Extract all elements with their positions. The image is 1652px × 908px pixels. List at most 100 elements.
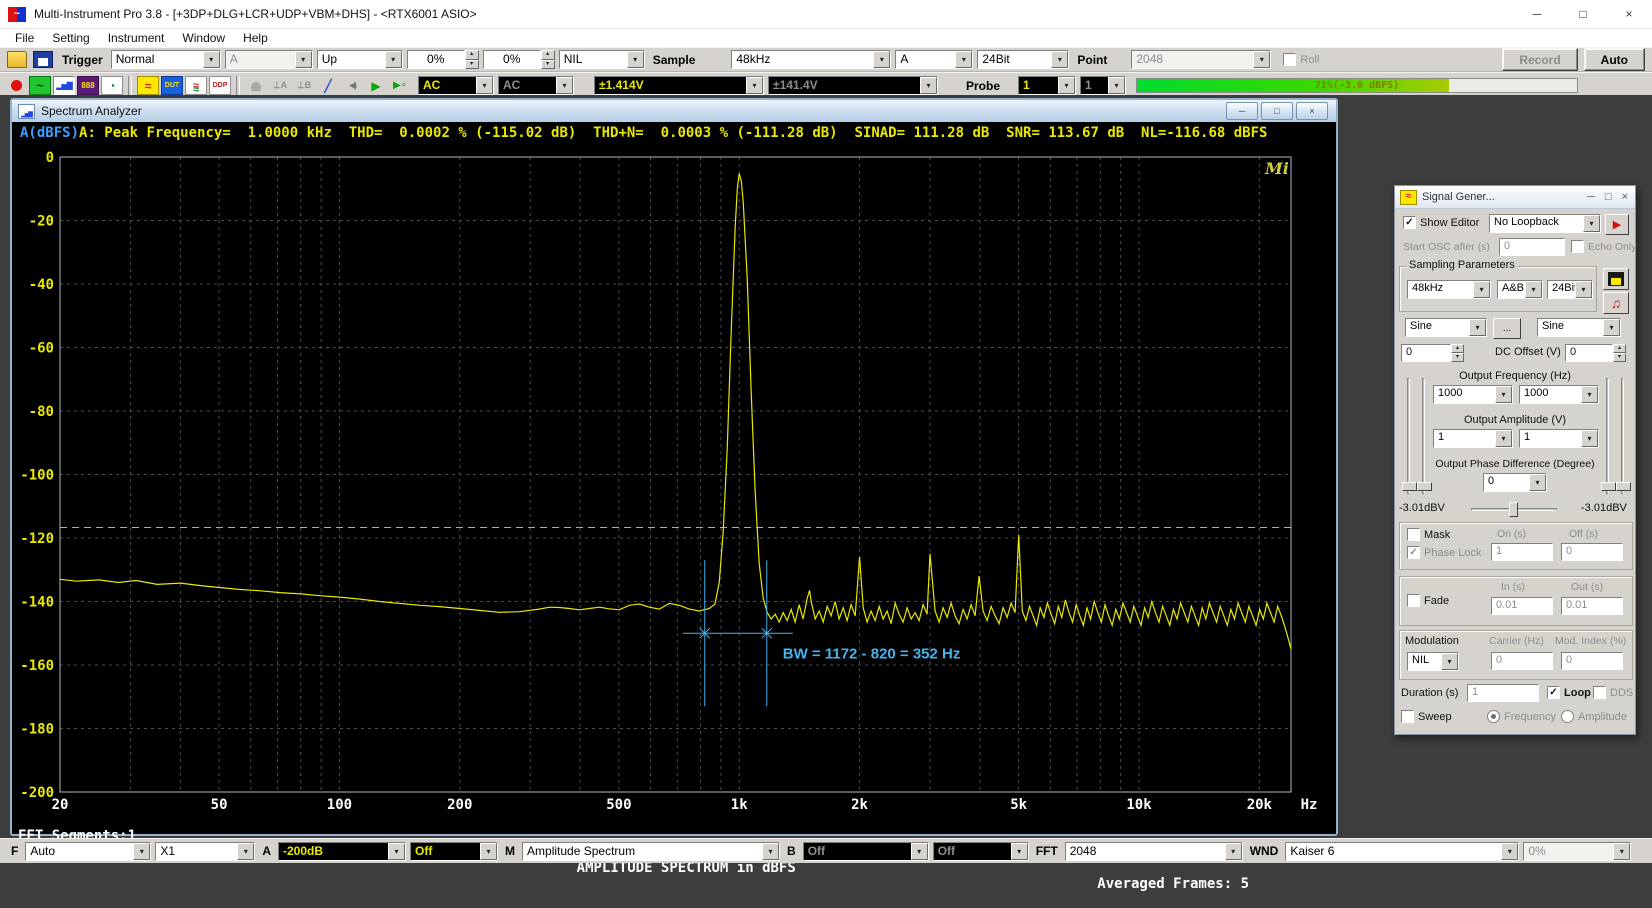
- speaker-icon[interactable]: [341, 76, 363, 95]
- freq-axis-select[interactable]: Auto: [25, 842, 151, 861]
- chevron-down-icon[interactable]: [1581, 386, 1598, 403]
- close-icon[interactable]: ×: [1622, 191, 1628, 203]
- dc-offset-a-input[interactable]: 0: [1401, 344, 1451, 362]
- slider-thumb[interactable]: [1616, 482, 1631, 491]
- frequency-b-select[interactable]: 1000: [1519, 385, 1599, 404]
- spin-up-icon[interactable]: [1613, 344, 1626, 353]
- amplitude-b-select[interactable]: 1: [1519, 429, 1599, 448]
- app-titlebar[interactable]: ~ Multi-Instrument Pro 3.8 - [+3DP+DLG+L…: [0, 0, 1652, 29]
- slider-thumb[interactable]: [1601, 482, 1616, 491]
- signal-generator-icon[interactable]: [137, 76, 159, 95]
- chevron-down-icon[interactable]: [1473, 281, 1490, 298]
- signal-generator-titlebar[interactable]: ≈ Signal Gener... ─ □ ×: [1395, 186, 1635, 209]
- minimize-icon[interactable]: ─: [1514, 0, 1560, 28]
- ddp-viewer-icon[interactable]: DDP: [209, 76, 231, 95]
- waveform-a-select[interactable]: Sine: [1405, 318, 1487, 337]
- gen-sample-rate-select[interactable]: 48kHz: [1407, 280, 1491, 299]
- trigger-hpf-select[interactable]: NIL: [559, 50, 645, 69]
- mode-select[interactable]: Amplitude Spectrum: [522, 842, 780, 861]
- gen-channels-select[interactable]: A&B: [1497, 280, 1543, 299]
- more-waveform-button[interactable]: ...: [1493, 318, 1521, 339]
- oscilloscope-icon[interactable]: [29, 76, 51, 95]
- chevron-down-icon[interactable]: [1525, 281, 1542, 298]
- bit-depth-select[interactable]: 24Bit: [977, 50, 1069, 69]
- spin-down-icon[interactable]: [541, 60, 555, 70]
- menu-window[interactable]: Window: [173, 31, 234, 45]
- amplitude-a-select[interactable]: 1: [1433, 429, 1513, 448]
- spin-down-icon[interactable]: [465, 60, 479, 70]
- maximize-icon[interactable]: □: [1605, 191, 1612, 203]
- spin-up-icon[interactable]: [465, 50, 479, 60]
- spectrum-analyzer-icon[interactable]: [53, 76, 75, 95]
- spectrum-plot[interactable]: 0-20-40-60-80-100-120-140-160-180-200205…: [13, 144, 1333, 832]
- run-loop-icon[interactable]: [389, 76, 411, 95]
- slider-thumb[interactable]: [1402, 482, 1417, 491]
- chevron-down-icon[interactable]: [476, 77, 493, 94]
- music-file-button[interactable]: ♫: [1603, 292, 1629, 314]
- multimeter-icon[interactable]: 888: [77, 76, 99, 95]
- phase-select[interactable]: 0: [1483, 473, 1547, 492]
- derived-curve-icon[interactable]: [185, 76, 207, 95]
- chevron-down-icon[interactable]: [762, 843, 779, 860]
- device-test-plan-icon[interactable]: DUT: [161, 76, 183, 95]
- chevron-down-icon[interactable]: [1603, 319, 1620, 336]
- waveform-b-select[interactable]: Sine: [1537, 318, 1621, 337]
- minimize-icon[interactable]: ─: [1226, 102, 1258, 120]
- chevron-down-icon[interactable]: [1581, 430, 1598, 447]
- loopback-select[interactable]: No Loopback: [1489, 214, 1601, 233]
- spectrum-3d-plot-icon[interactable]: [101, 76, 123, 95]
- chevron-down-icon[interactable]: [873, 51, 890, 68]
- show-editor-checkbox[interactable]: Show Editor: [1403, 216, 1479, 229]
- save-file-icon[interactable]: [33, 51, 53, 68]
- window-function-select[interactable]: Kaiser 6: [1285, 842, 1519, 861]
- level-slider-b-right[interactable]: [1621, 378, 1624, 494]
- sample-rate-select[interactable]: 48kHz: [731, 50, 891, 69]
- coupling-a-select[interactable]: AC: [418, 76, 494, 95]
- spectrum-window-titlebar[interactable]: Spectrum Analyzer ─ □ ×: [12, 100, 1336, 122]
- mask-checkbox[interactable]: Mask: [1407, 528, 1450, 541]
- trigger-mode-select[interactable]: Normal: [111, 50, 221, 69]
- range-a-select[interactable]: ±1.414V: [594, 76, 764, 95]
- spin-down-icon[interactable]: [1451, 353, 1464, 362]
- spin-up-icon[interactable]: [541, 50, 555, 60]
- x-multiplier-select[interactable]: X1: [155, 842, 255, 861]
- chevron-down-icon[interactable]: [1051, 51, 1068, 68]
- chevron-down-icon[interactable]: [1441, 653, 1458, 670]
- slider-thumb[interactable]: [1417, 482, 1432, 491]
- dc-offset-b-input[interactable]: 0: [1565, 344, 1613, 362]
- chevron-down-icon[interactable]: [955, 51, 972, 68]
- run-generator-button[interactable]: ▶: [1605, 214, 1629, 235]
- run-icon[interactable]: [365, 76, 387, 95]
- chevron-down-icon[interactable]: [1058, 77, 1075, 94]
- trigger-level-input[interactable]: 0%: [407, 50, 479, 69]
- chevron-down-icon[interactable]: [385, 51, 402, 68]
- chevron-down-icon[interactable]: [1495, 430, 1512, 447]
- menu-setting[interactable]: Setting: [43, 31, 98, 45]
- open-file-icon[interactable]: [7, 51, 27, 68]
- chevron-down-icon[interactable]: [203, 51, 220, 68]
- spin-down-icon[interactable]: [1613, 353, 1626, 362]
- chevron-down-icon[interactable]: [1495, 386, 1512, 403]
- sample-channel-select[interactable]: A: [895, 50, 973, 69]
- slider-thumb[interactable]: [1509, 502, 1518, 517]
- menu-help[interactable]: Help: [234, 31, 277, 45]
- chevron-down-icon[interactable]: [1583, 215, 1600, 232]
- fade-checkbox[interactable]: Fade: [1407, 594, 1449, 607]
- chevron-down-icon[interactable]: [1575, 281, 1592, 298]
- frequency-a-select[interactable]: 1000: [1433, 385, 1513, 404]
- level-slider-a-left[interactable]: [1407, 378, 1410, 494]
- menu-instrument[interactable]: Instrument: [99, 31, 174, 45]
- level-slider-a-right[interactable]: [1422, 378, 1425, 494]
- level-slider-b-left[interactable]: [1606, 378, 1609, 494]
- trigger-delay-input[interactable]: 0%: [483, 50, 555, 69]
- gen-bits-select[interactable]: 24Bit: [1547, 280, 1593, 299]
- chevron-down-icon[interactable]: [627, 51, 644, 68]
- chevron-down-icon[interactable]: [1469, 319, 1486, 336]
- loop-checkbox[interactable]: Loop: [1547, 686, 1591, 699]
- chevron-down-icon[interactable]: [1501, 843, 1518, 860]
- chevron-down-icon[interactable]: [388, 843, 405, 860]
- chevron-down-icon[interactable]: [1225, 843, 1242, 860]
- close-icon[interactable]: ×: [1606, 0, 1652, 28]
- menu-file[interactable]: File: [6, 31, 43, 45]
- auto-button[interactable]: Auto: [1584, 48, 1645, 71]
